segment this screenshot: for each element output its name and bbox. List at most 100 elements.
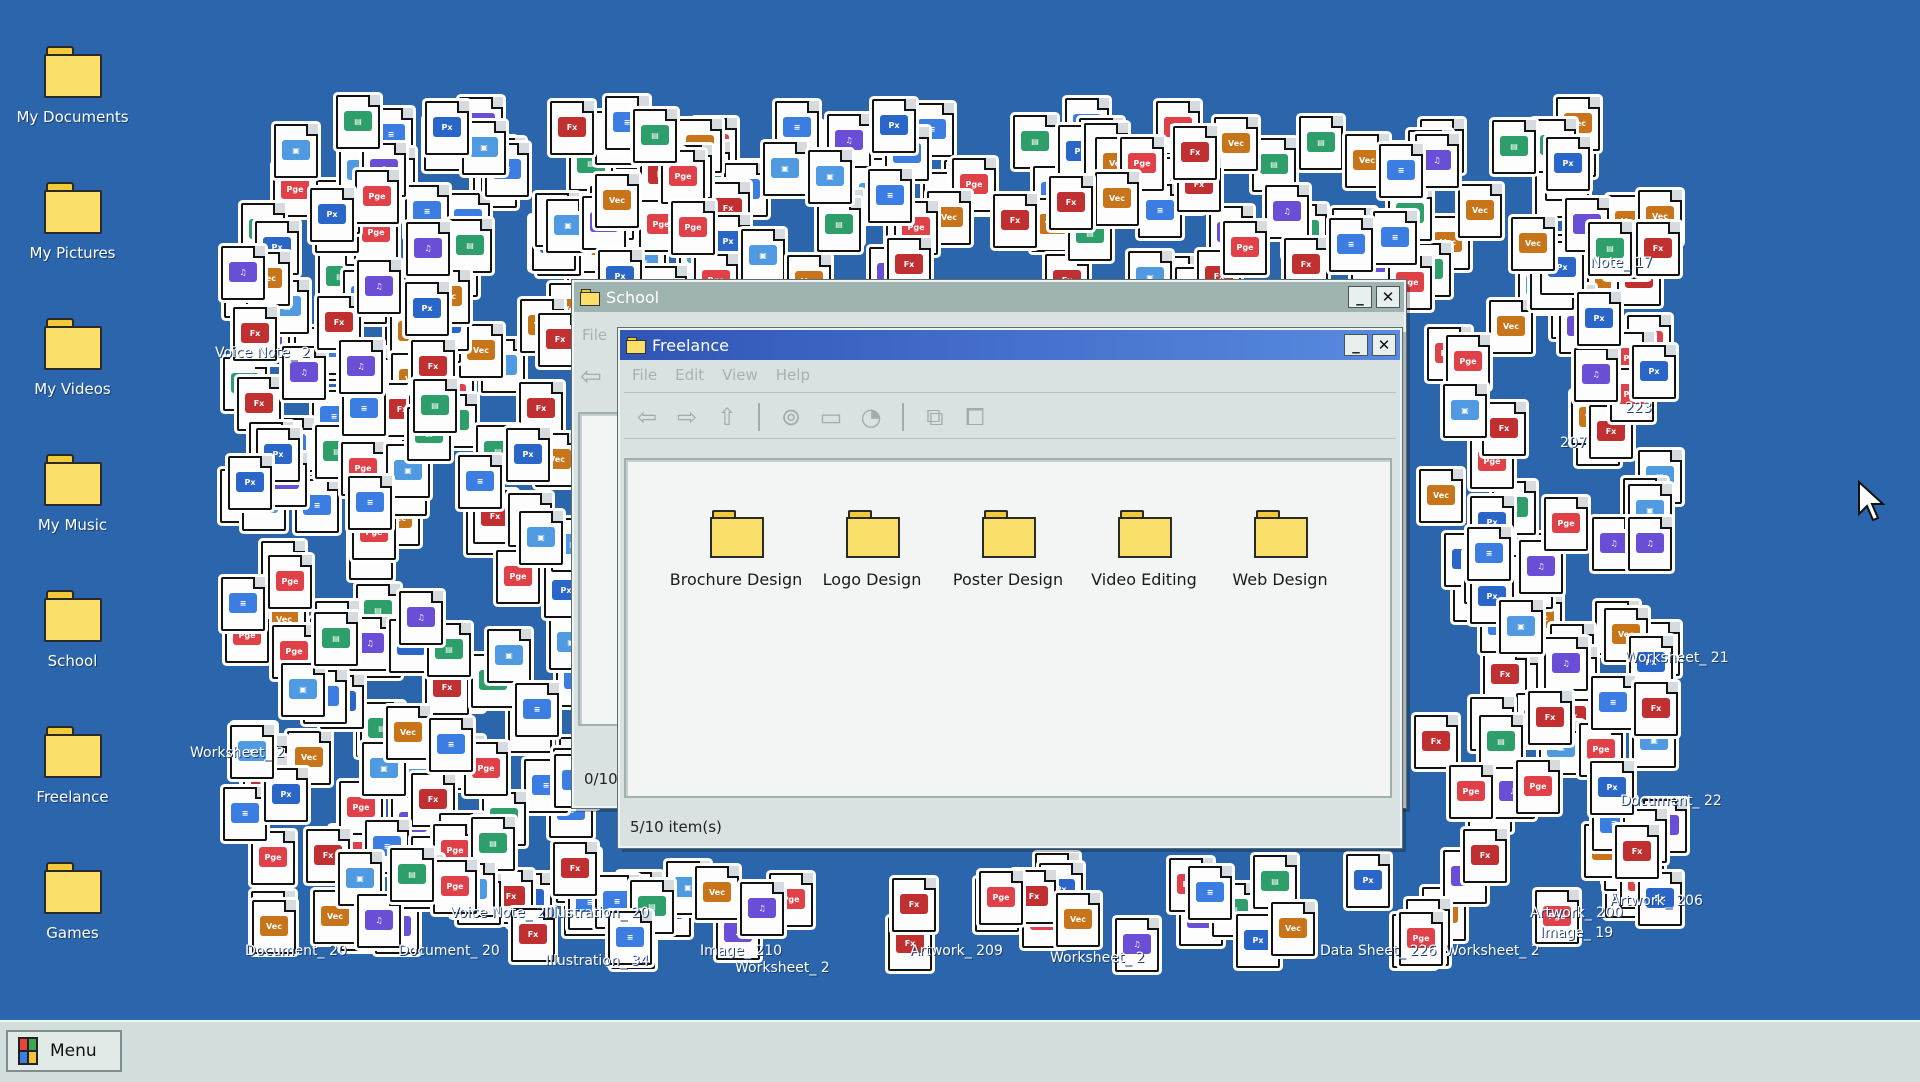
desktop-icon-games[interactable]: Games [0,862,145,982]
document-file-icon[interactable]: ≡ [221,577,265,631]
pdf-file-icon[interactable]: Pge [355,170,399,224]
spreadsheet-file-icon[interactable]: ▤ [448,219,492,273]
vector-file-icon[interactable]: Vec [1095,172,1139,226]
desktop-icon-my-music[interactable]: My Music [0,454,145,574]
vector-file-icon[interactable]: Vec [1056,893,1100,947]
effects-file-icon[interactable]: Fx [993,194,1037,248]
image-file-icon[interactable]: ▣ [274,124,318,178]
document-file-icon[interactable]: ≡ [1373,211,1417,265]
image-file-icon[interactable]: ▣ [519,511,563,565]
raster-file-icon[interactable]: Px [1577,292,1621,346]
audio-file-icon[interactable]: ♫ [357,894,401,948]
document-file-icon[interactable]: ≡ [1467,527,1511,581]
menu-help[interactable]: Help [776,366,810,392]
audio-file-icon[interactable]: ♫ [1628,517,1672,571]
menu-file[interactable]: File [582,326,607,344]
document-file-icon[interactable]: ≡ [515,683,559,737]
back-arrow-icon[interactable]: ⇦ [632,402,662,432]
pdf-file-icon[interactable]: Pge [1449,765,1493,819]
minimize-button[interactable]: _ [1344,334,1368,356]
raster-file-icon[interactable]: Px [1632,345,1676,399]
spreadsheet-file-icon[interactable]: ▤ [1492,120,1536,174]
vector-file-icon[interactable]: Vec [1271,902,1315,956]
image-file-icon[interactable]: ▣ [1443,384,1487,438]
document-file-icon[interactable]: ≡ [1379,144,1423,198]
raster-file-icon[interactable]: Px [872,99,916,153]
document-file-icon[interactable]: ≡ [1591,676,1635,730]
effects-file-icon[interactable]: Fx [892,878,936,932]
document-file-icon[interactable]: ≡ [1138,184,1182,238]
image-file-icon[interactable]: ▣ [281,663,325,717]
audio-file-icon[interactable]: ♫ [1265,185,1309,239]
raster-file-icon[interactable]: Px [1346,854,1390,908]
close-button[interactable]: ✕ [1376,286,1400,308]
vector-file-icon[interactable]: Vec [1419,469,1463,523]
back-arrow-icon[interactable]: ⇦ [580,362,602,392]
document-file-icon[interactable]: ≡ [1329,218,1373,272]
desktop-icon-my-pictures[interactable]: My Pictures [0,182,145,302]
vector-file-icon[interactable]: Vec [1458,184,1502,238]
menu-view[interactable]: View [722,366,758,392]
audio-file-icon[interactable]: ♫ [221,246,265,300]
vector-file-icon[interactable]: Vec [1511,217,1555,271]
spreadsheet-file-icon[interactable]: ▤ [1013,115,1057,169]
spreadsheet-file-icon[interactable]: ▤ [1253,855,1297,909]
raster-file-icon[interactable]: Px [425,101,469,155]
pdf-file-icon[interactable]: Pge [1223,221,1267,275]
spreadsheet-file-icon[interactable]: ▤ [413,379,457,433]
history-icon[interactable]: ◔ [856,402,886,432]
vector-file-icon[interactable]: Vec [1489,300,1533,354]
effects-file-icon[interactable]: Fx [1049,176,1093,230]
desktop-icon-my-documents[interactable]: My Documents [0,46,145,166]
document-file-icon[interactable]: ≡ [868,169,912,223]
folder-poster-design[interactable]: Poster Design [948,510,1068,589]
audio-file-icon[interactable]: ♫ [740,882,784,936]
vector-file-icon[interactable]: Vec [595,174,639,228]
start-menu-button[interactable]: Menu [6,1030,122,1072]
copy-icon[interactable]: ⧉ [920,402,950,432]
document-file-icon[interactable]: ≡ [1188,866,1232,920]
raster-file-icon[interactable]: Px [506,428,550,482]
effects-file-icon[interactable]: Fx [1528,691,1572,745]
audio-file-icon[interactable]: ♫ [357,260,401,314]
effects-file-icon[interactable]: Fx [1634,682,1678,736]
audio-file-icon[interactable]: ♫ [399,591,443,645]
spreadsheet-file-icon[interactable]: ▤ [633,109,677,163]
effects-file-icon[interactable]: Fx [1482,402,1526,456]
desktop-icon-school[interactable]: School [0,590,145,710]
document-file-icon[interactable]: ≡ [429,718,473,772]
up-folder-icon[interactable]: ⇧ [712,402,742,432]
image-file-icon[interactable]: ▣ [741,229,785,283]
image-file-icon[interactable]: ▣ [763,142,807,196]
folders-icon[interactable]: ▭ [816,402,846,432]
raster-file-icon[interactable]: Px [310,188,354,242]
audio-file-icon[interactable]: ♫ [1574,348,1618,402]
effects-file-icon[interactable]: Fx [553,842,597,896]
image-file-icon[interactable]: ▣ [1499,600,1543,654]
menu-file[interactable]: File [632,366,657,392]
pdf-file-icon[interactable]: Pge [268,555,312,609]
pdf-file-icon[interactable]: Pge [671,201,715,255]
effects-file-icon[interactable]: Fx [550,101,594,155]
forward-arrow-icon[interactable]: ⇨ [672,402,702,432]
minimize-button[interactable]: _ [1348,286,1372,308]
move-icon[interactable]: ⧠ [960,402,990,432]
desktop-icon-my-videos[interactable]: My Videos [0,318,145,438]
vector-file-icon[interactable]: Vec [695,866,739,920]
raster-file-icon[interactable]: Px [228,456,272,510]
pdf-file-icon[interactable]: Pge [1544,497,1588,551]
effects-file-icon[interactable]: Fx [1615,825,1659,879]
menu-edit[interactable]: Edit [675,366,704,392]
window-freelance[interactable]: Freelance _ ✕ File Edit View Help ⇦ ⇨ ⇧ … [618,328,1402,848]
window-titlebar[interactable]: Freelance _ ✕ [620,330,1400,360]
spreadsheet-file-icon[interactable]: ▤ [314,612,358,666]
folder-video-editing[interactable]: Video Editing [1084,510,1204,589]
vector-file-icon[interactable]: Vec [386,706,430,760]
spreadsheet-file-icon[interactable]: ▤ [1299,116,1343,170]
spreadsheet-file-icon[interactable]: ▤ [1252,138,1296,192]
search-icon[interactable]: ⊚ [776,402,806,432]
audio-file-icon[interactable]: ♫ [339,340,383,394]
image-file-icon[interactable]: ▣ [487,629,531,683]
folder-web-design[interactable]: Web Design [1220,510,1340,589]
spreadsheet-file-icon[interactable]: ▤ [390,848,434,902]
